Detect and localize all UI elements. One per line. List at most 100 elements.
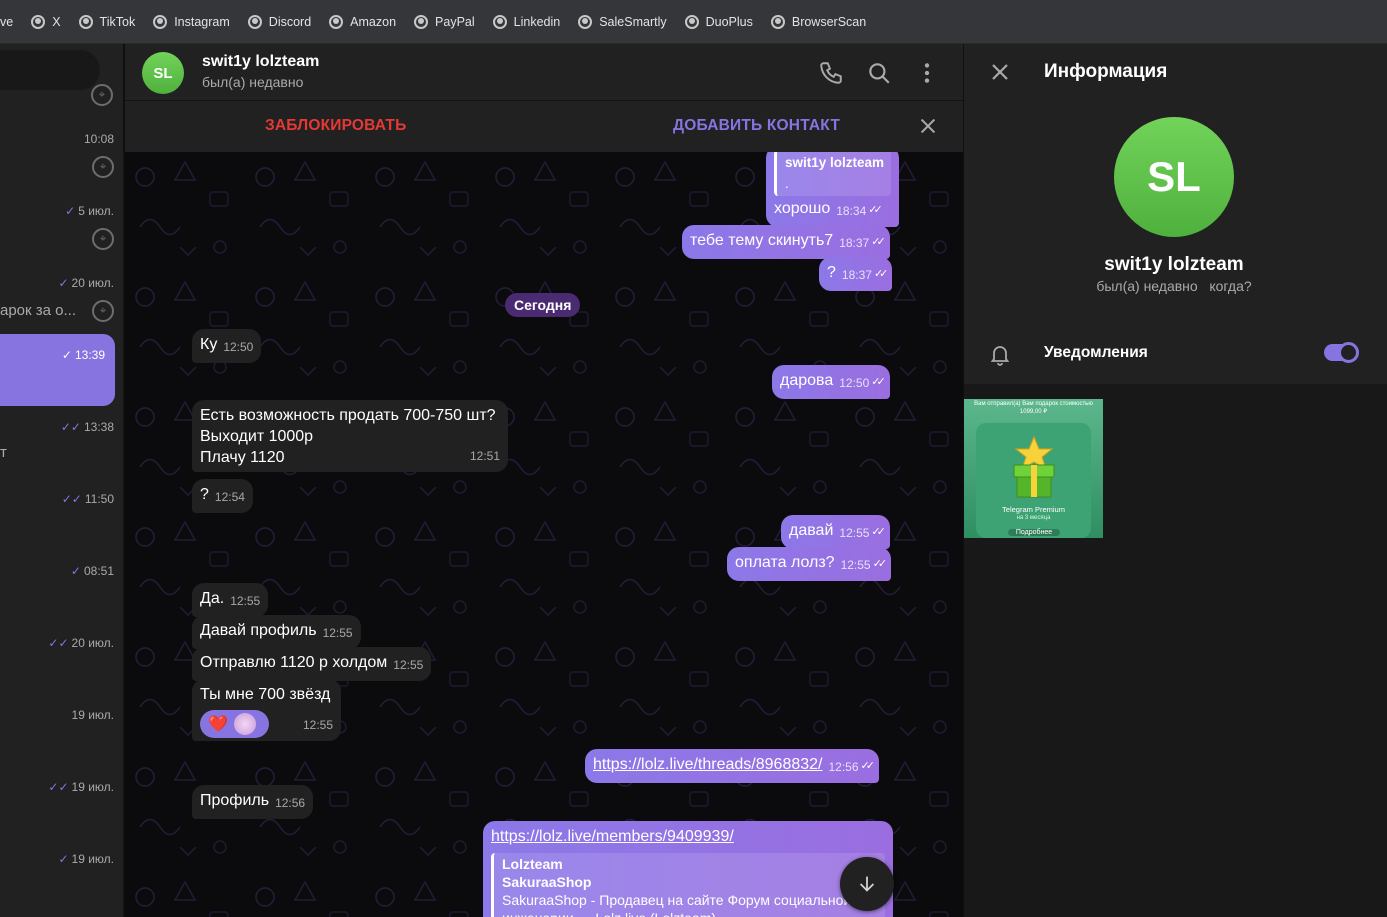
notifications-toggle[interactable] bbox=[1324, 342, 1359, 363]
globe-icon bbox=[329, 14, 344, 29]
message-out[interactable]: оплата лолз? 12:55 ✓✓ bbox=[727, 547, 892, 581]
message-time: 12:55 bbox=[839, 526, 870, 540]
message-time: 12:56 bbox=[828, 760, 859, 774]
heart-icon: ❤️ bbox=[208, 715, 228, 733]
message-time: 12:55 bbox=[840, 558, 871, 572]
close-icon[interactable] bbox=[988, 60, 1012, 84]
globe-icon bbox=[414, 14, 429, 29]
bookmark-label: ve bbox=[0, 14, 14, 29]
chat-list-item-active[interactable]: ✓ 13:39 bbox=[0, 334, 115, 406]
block-button[interactable]: ЗАБЛОКИРОВАТЬ bbox=[265, 117, 406, 135]
message-text: давай bbox=[789, 522, 834, 539]
message-out[interactable]: https://lolz.live/members/9409939/ Lolzt… bbox=[483, 821, 893, 917]
message-time: 12:55 bbox=[302, 718, 333, 732]
message-text: Да. bbox=[200, 590, 225, 607]
double-check-icon: ✓✓ bbox=[871, 376, 886, 388]
chat-header[interactable]: SL swit1y lolzteam был(а) недавно bbox=[125, 44, 963, 101]
chat-list-item[interactable]: ✓ 19 июл. bbox=[0, 838, 123, 910]
phone-icon[interactable] bbox=[818, 60, 844, 86]
avatar[interactable]: SL bbox=[142, 52, 184, 94]
message-link[interactable]: https://lolz.live/threads/8968832/ bbox=[593, 756, 822, 773]
media-title: Telegram Premium bbox=[1002, 505, 1065, 514]
notifications-row[interactable]: Уведомления bbox=[964, 329, 1387, 379]
message-in[interactable]: Ку 12:50 bbox=[192, 329, 262, 363]
search-input[interactable] bbox=[0, 50, 100, 90]
bookmark-label: X bbox=[52, 14, 61, 29]
bookmark-item[interactable]: Amazon bbox=[329, 14, 396, 29]
bookmark-item[interactable]: Instagram bbox=[153, 14, 230, 29]
message-text: Ку bbox=[200, 336, 218, 353]
double-check-icon: ✓✓ bbox=[860, 760, 876, 772]
reaction-chip[interactable]: ❤️ bbox=[200, 710, 269, 738]
message-time: 18:37 bbox=[841, 268, 872, 282]
message-link[interactable]: https://lolz.live/members/9409939/ bbox=[491, 826, 885, 847]
chat-time: ✓ 20 июл. bbox=[58, 276, 114, 290]
chat-title[interactable]: swit1y lolzteam bbox=[202, 53, 319, 71]
more-vertical-icon[interactable] bbox=[914, 60, 940, 86]
message-in[interactable]: Отправлю 1120 р холдом 12:55 bbox=[192, 647, 432, 681]
message-out[interactable]: тебе тему скинуть7 18:37 ✓✓ bbox=[682, 225, 890, 259]
chat-list-item[interactable]: ✓✓ 13:38 т bbox=[0, 406, 123, 478]
scroll-down-button[interactable] bbox=[840, 857, 894, 911]
pin-icon: ⌖ bbox=[92, 300, 114, 322]
message-out[interactable]: дарова 12:50 ✓✓ bbox=[772, 365, 890, 399]
chat-list-item[interactable]: ✓✓ 11:50 bbox=[0, 478, 123, 550]
link-preview[interactable]: Lolzteam SakuraaShop SakuraaShop - Прода… bbox=[491, 853, 885, 917]
message-in[interactable]: ? 12:54 bbox=[192, 479, 253, 513]
bookmark-item[interactable]: Linkedin bbox=[492, 14, 560, 29]
bookmark-item[interactable]: DuoPlus bbox=[684, 14, 753, 29]
reply-quote[interactable]: swit1y lolzteam . bbox=[774, 152, 891, 196]
message-in[interactable]: Давай профиль 12:55 bbox=[192, 615, 361, 649]
bookmark-item[interactable]: BrowserScan bbox=[770, 14, 867, 29]
search-icon[interactable] bbox=[866, 60, 892, 86]
message-in[interactable]: Есть возможность продать 700-750 шт? Вых… bbox=[192, 400, 508, 472]
bookmark-item[interactable]: SaleSmartly bbox=[578, 14, 667, 29]
bookmark-item[interactable]: X bbox=[31, 14, 61, 29]
chat-list-item[interactable]: 10:08 ⌖ bbox=[0, 116, 123, 188]
message-in[interactable]: Ты мне 700 звёзд ❤️ 12:55 bbox=[192, 679, 341, 741]
double-check-icon: ✓✓ bbox=[871, 526, 886, 538]
message-text: тебе тему скинуть7 bbox=[690, 232, 834, 249]
add-contact-button[interactable]: ДОБАВИТЬ КОНТАКТ bbox=[673, 117, 840, 135]
message-out[interactable]: давай 12:55 ✓✓ bbox=[781, 515, 890, 549]
chat-time: ✓ 5 июл. bbox=[65, 204, 114, 218]
chat-list-item[interactable]: ✓✓ 19 июл. bbox=[0, 766, 123, 838]
chat-list-item[interactable]: ✓ 5 июл. ⌖ bbox=[0, 188, 123, 260]
sticker-avatar bbox=[233, 713, 256, 735]
shared-media-thumbnail[interactable]: Вам отправил(а) Вам подарок стоимостью 1… bbox=[964, 399, 1103, 538]
message-text: дарова bbox=[780, 372, 834, 389]
chat-list-item[interactable]: 19 июл. bbox=[0, 694, 123, 766]
notifications-label: Уведомления bbox=[1044, 344, 1148, 361]
globe-icon bbox=[31, 14, 46, 29]
message-out[interactable]: swit1y lolzteam . хорошо 18:34 ✓✓ bbox=[766, 152, 899, 227]
bookmark-item[interactable]: PayPal bbox=[414, 14, 475, 29]
bookmark-label: BrowserScan bbox=[791, 14, 867, 29]
message-time: 18:37 bbox=[839, 236, 870, 250]
message-time: 12:55 bbox=[230, 594, 261, 608]
message-in[interactable]: Профиль 12:56 bbox=[192, 785, 314, 819]
info-panel: Информация SL swit1y lolzteam был(а) нед… bbox=[963, 44, 1387, 917]
bookmark-item[interactable]: Discord bbox=[247, 14, 311, 29]
message-time: 12:55 bbox=[393, 658, 424, 672]
chat-list-item[interactable]: ✓ 20 июл. арок за о... ⌖ bbox=[0, 260, 123, 332]
message-text-line: Есть возможность продать 700-750 шт? bbox=[200, 407, 496, 424]
arrow-down-icon bbox=[859, 876, 875, 892]
chat-list-item[interactable]: ✓ 08:51 bbox=[0, 550, 123, 622]
bookmark-item[interactable]: ve bbox=[0, 15, 13, 29]
double-check-icon: ✓✓ bbox=[871, 236, 886, 248]
message-text-line: Выходит 1000р bbox=[200, 428, 314, 445]
message-list[interactable]: swit1y lolzteam . хорошо 18:34 ✓✓ тебе тем… bbox=[125, 152, 963, 917]
avatar-large[interactable]: SL bbox=[1114, 117, 1234, 237]
message-out[interactable]: ? 18:37 ✓✓ bbox=[819, 257, 893, 291]
message-time: 18:34 bbox=[836, 204, 867, 218]
message-out[interactable]: https://lolz.live/threads/8968832/12:56 ✓… bbox=[585, 749, 879, 783]
message-text-line: Плачу 1120 bbox=[200, 449, 285, 466]
message-in[interactable]: Да. 12:55 bbox=[192, 583, 269, 617]
media-caption: Вам отправил(а) Вам подарок стоимостью 1… bbox=[974, 401, 1093, 415]
globe-icon bbox=[247, 14, 262, 29]
close-icon[interactable] bbox=[917, 115, 939, 137]
message-text: ? bbox=[200, 486, 209, 503]
bookmark-item[interactable]: TikTok bbox=[78, 14, 135, 29]
message-time: 12:50 bbox=[839, 376, 870, 390]
chat-list-item[interactable]: ✓✓ 20 июл. bbox=[0, 622, 123, 694]
